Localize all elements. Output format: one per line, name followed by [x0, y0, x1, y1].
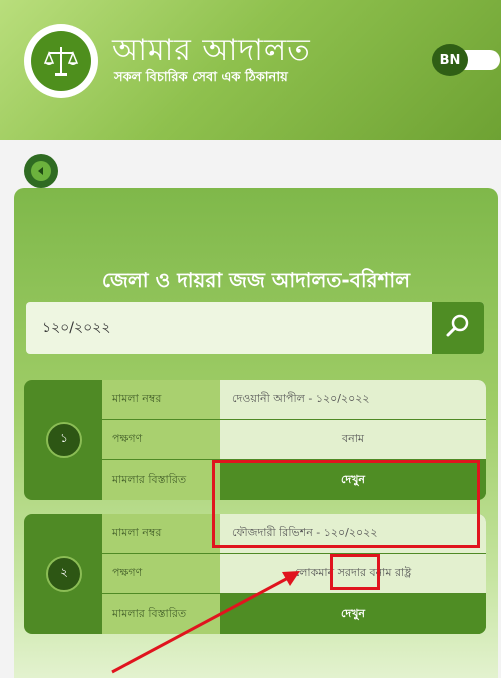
parties-label: পক্ষগণ [102, 554, 220, 593]
annotation-highlight-box [212, 460, 480, 548]
case-number-label: মামলা নম্বর [102, 380, 220, 419]
case-details-label: মামলার বিস্তারিত [102, 460, 220, 500]
language-toggle[interactable]: BN [432, 44, 500, 76]
table-row: মামলা নম্বর দেওয়ানী আপীল - ১২০/২০২২ [102, 380, 486, 419]
scales-of-justice-icon [31, 31, 91, 91]
back-arrow-icon [31, 161, 51, 181]
app-header: আমার আদালত সকল বিচারিক সেবা এক ঠিকানায় … [0, 0, 501, 140]
case-details-label: মামলার বিস্তারিত [102, 594, 220, 634]
search-icon [444, 312, 472, 344]
table-row: পক্ষগণ লোকমান সরদার বনাম রাষ্ট্র [102, 554, 486, 593]
case-number-value: দেওয়ানী আপীল - ১২০/২০২২ [220, 380, 486, 419]
serial-number: ২ [46, 556, 82, 592]
serial-number: ১ [46, 422, 82, 458]
app-subtitle: সকল বিচারিক সেবা এক ঠিকানায় [114, 70, 288, 85]
app-logo [24, 24, 98, 98]
search-button[interactable] [432, 302, 484, 354]
court-title: জেলা ও দায়রা জজ আদালত-বরিশাল [101, 268, 411, 292]
search-panel: জেলা ও দায়রা জজ আদালত-বরিশাল ১ মামলা নম… [14, 188, 498, 678]
main-content: জেলা ও দায়রা জজ আদালত-বরিশাল ১ মামলা নম… [0, 140, 501, 678]
parties-value: বনাম [220, 420, 486, 459]
table-row: মামলার বিস্তারিত দেখুন [102, 594, 486, 634]
search-box [26, 302, 484, 354]
parties-label: পক্ষগণ [102, 420, 220, 459]
language-label: BN [432, 44, 468, 76]
case-number-label: মামলা নম্বর [102, 514, 220, 553]
back-button[interactable] [24, 154, 58, 188]
case-number-input[interactable] [26, 302, 432, 354]
view-details-button[interactable]: দেখুন [220, 594, 486, 634]
table-row: পক্ষগণ বনাম [102, 420, 486, 459]
annotation-highlight-button [330, 554, 380, 590]
